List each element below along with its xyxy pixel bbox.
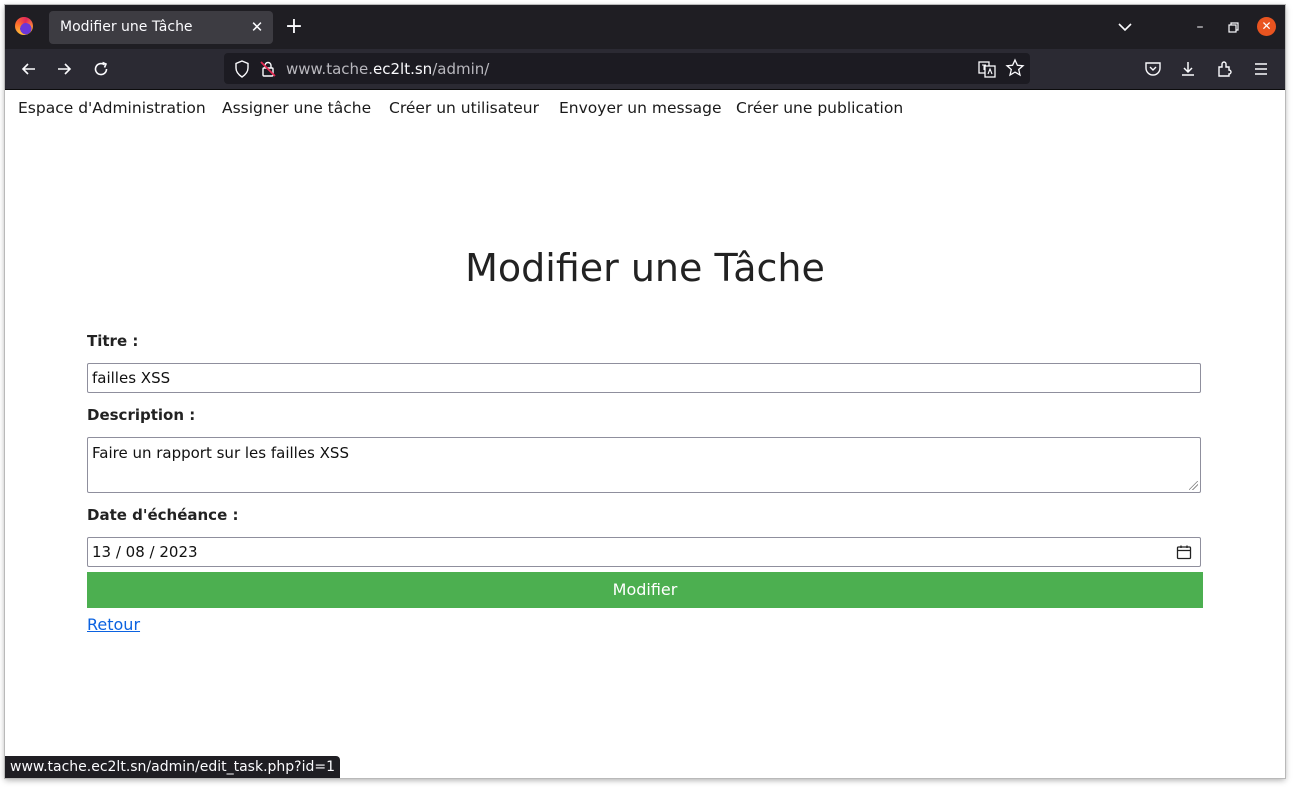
- due-date-label: Date d'échéance :: [87, 506, 239, 524]
- nav-create-publication[interactable]: Créer une publication: [736, 99, 903, 117]
- translate-icon[interactable]: [977, 59, 997, 79]
- pocket-icon[interactable]: [1143, 59, 1163, 79]
- description-textarea-value: Faire un rapport sur les failles XSS: [92, 444, 349, 462]
- forward-arrow-icon[interactable]: [53, 58, 75, 80]
- tab-close-icon[interactable]: ✕: [247, 17, 267, 37]
- restore-button[interactable]: [1223, 17, 1243, 37]
- due-date-input[interactable]: 13 / 08 / 2023: [87, 537, 1201, 567]
- due-date-value: 13 / 08 / 2023: [92, 543, 198, 561]
- shield-icon[interactable]: [232, 59, 252, 79]
- tab-bar: Modifier une Tâche ✕ + – ✕: [5, 5, 1285, 49]
- bookmark-star-icon[interactable]: [1005, 58, 1025, 78]
- admin-nav: Espace d'Administration Assigner une tâc…: [5, 90, 1285, 130]
- nav-create-user[interactable]: Créer un utilisateur: [389, 99, 539, 117]
- title-label: Titre :: [87, 332, 139, 350]
- back-link[interactable]: Retour: [87, 615, 140, 634]
- url-prefix: www.tache.: [286, 60, 374, 78]
- url-path: /admin/: [432, 60, 490, 78]
- close-window-button[interactable]: ✕: [1257, 17, 1276, 36]
- url-bar[interactable]: www.tache.ec2lt.sn/admin/: [224, 53, 1030, 84]
- navigation-toolbar: www.tache.ec2lt.sn/admin/: [5, 49, 1285, 90]
- downloads-icon[interactable]: [1178, 59, 1198, 79]
- tab-active[interactable]: Modifier une Tâche ✕: [49, 11, 273, 44]
- url-text[interactable]: www.tache.ec2lt.sn/admin/: [286, 60, 489, 78]
- back-arrow-icon[interactable]: [18, 58, 40, 80]
- list-all-tabs-icon[interactable]: [1115, 17, 1135, 37]
- extensions-icon[interactable]: [1215, 59, 1235, 79]
- reload-icon[interactable]: [90, 58, 112, 80]
- new-tab-button[interactable]: +: [283, 16, 305, 38]
- menu-hamburger-icon[interactable]: [1251, 59, 1271, 79]
- status-bar-url: www.tache.ec2lt.sn/admin/edit_task.php?i…: [5, 756, 341, 778]
- firefox-logo-icon[interactable]: [15, 17, 33, 35]
- nav-assign-task[interactable]: Assigner une tâche: [222, 99, 371, 117]
- browser-window: Modifier une Tâche ✕ + – ✕ www.tache.ec2…: [5, 5, 1285, 778]
- calendar-icon[interactable]: [1176, 544, 1192, 560]
- nav-admin-space[interactable]: Espace d'Administration: [18, 99, 206, 117]
- modify-button[interactable]: Modifier: [87, 572, 1203, 608]
- description-label: Description :: [87, 406, 196, 424]
- title-input[interactable]: failles XSS: [87, 363, 1201, 393]
- page-content: Espace d'Administration Assigner une tâc…: [5, 90, 1285, 778]
- resize-grip-icon[interactable]: [1189, 481, 1198, 490]
- nav-send-message[interactable]: Envoyer un message: [559, 99, 722, 117]
- title-input-value: failles XSS: [92, 369, 171, 387]
- page-title: Modifier une Tâche: [465, 246, 825, 290]
- tab-title: Modifier une Tâche: [60, 19, 193, 35]
- description-textarea[interactable]: Faire un rapport sur les failles XSS: [87, 437, 1201, 493]
- url-domain: ec2lt.sn: [373, 60, 433, 78]
- insecure-lock-icon[interactable]: [258, 59, 278, 79]
- minimize-button[interactable]: –: [1190, 17, 1210, 37]
